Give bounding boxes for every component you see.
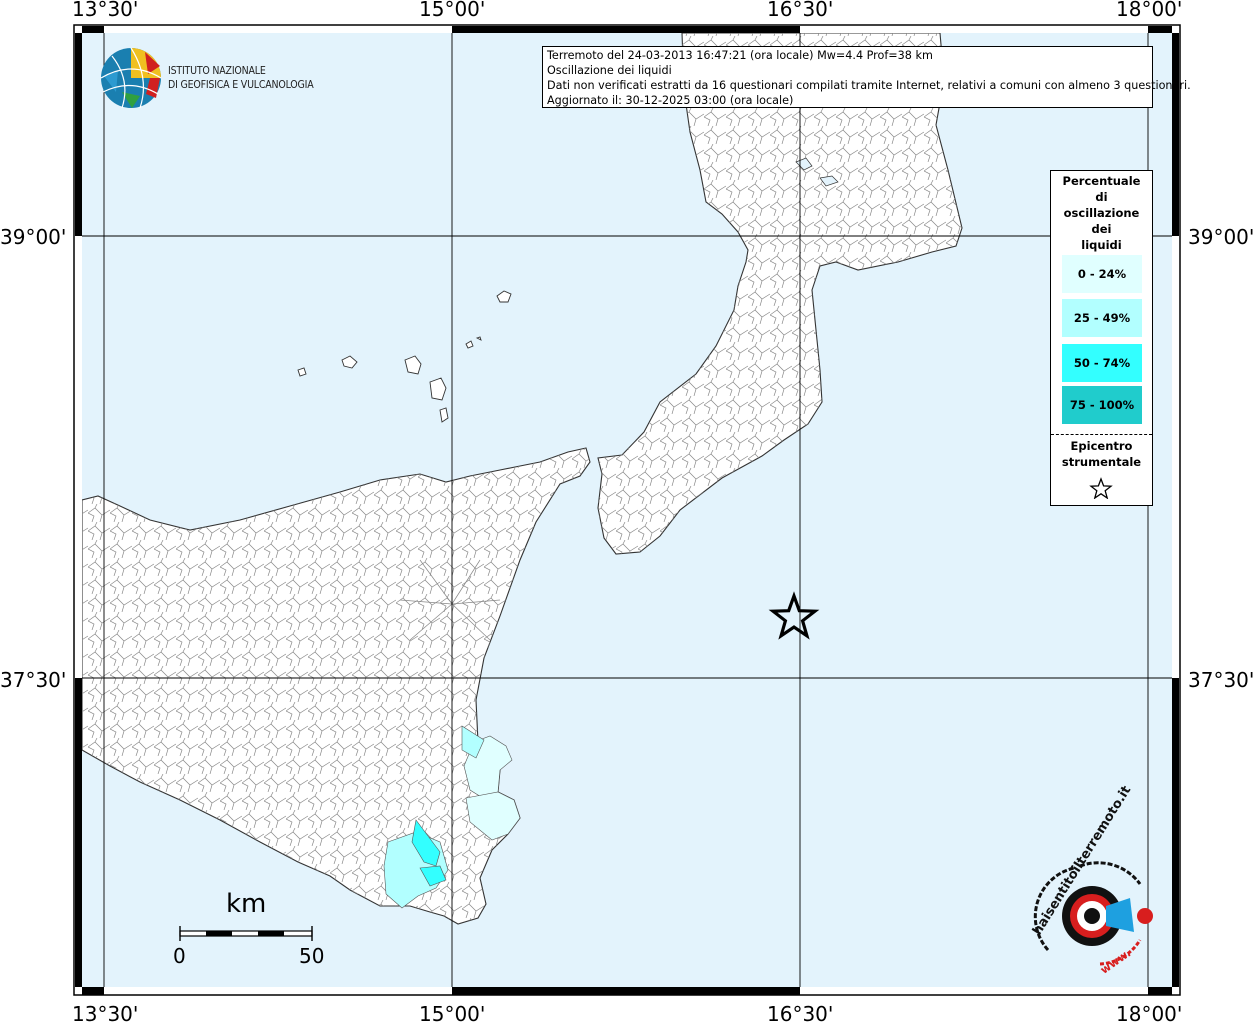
legend-epicenter-line-2: strumentale [1061,455,1142,469]
event-title: Terremoto del 24-03-2013 16:47:21 (ora l… [547,49,933,62]
map-subtitle: Oscillazione dei liquidi [547,64,672,77]
legend-title-line-3: oscillazione [1063,206,1140,220]
legend-item-0-24: 0 - 24% [1062,255,1142,293]
legend-title: Percentuale di oscillazione dei liquidi [1051,173,1152,253]
institute-name: ISTITUTO NAZIONALE DI GEOFISICA E VULCAN… [168,64,314,92]
scale-end-label: 50 [299,944,325,968]
legend-title-line-1: Percentuale [1062,174,1141,188]
legend-star-icon [1089,477,1113,499]
legend-epicenter-line-1: Epicentro [1070,439,1133,453]
scale-start-label: 0 [173,944,186,968]
legend: Percentuale di oscillazione dei liquidi … [1050,170,1153,506]
legend-title-line-5: liquidi [1081,238,1122,252]
event-info-box: Terremoto del 24-03-2013 16:47:21 (ora l… [542,46,1191,108]
institute-line-2: DI GEOFISICA E VULCANOLOGIA [168,79,314,91]
legend-item-75-100: 75 - 100% [1062,386,1142,424]
scale-unit-label: km [226,889,267,919]
legend-item-25-49: 25 - 49% [1062,299,1142,337]
ingv-logo-icon [100,47,162,109]
update-time: Aggiornato il: 30-12-2025 03:00 (ora loc… [547,94,794,107]
institute-line-1: ISTITUTO NAZIONALE [168,65,266,77]
legend-title-line-2: di [1095,190,1108,204]
legend-epicenter-label: Epicentro strumentale [1051,438,1152,470]
legend-title-line-4: dei [1091,222,1112,236]
legend-item-50-74: 50 - 74% [1062,344,1142,382]
data-note: Dati non verificati estratti da 16 quest… [547,79,1191,92]
legend-separator [1051,434,1152,435]
